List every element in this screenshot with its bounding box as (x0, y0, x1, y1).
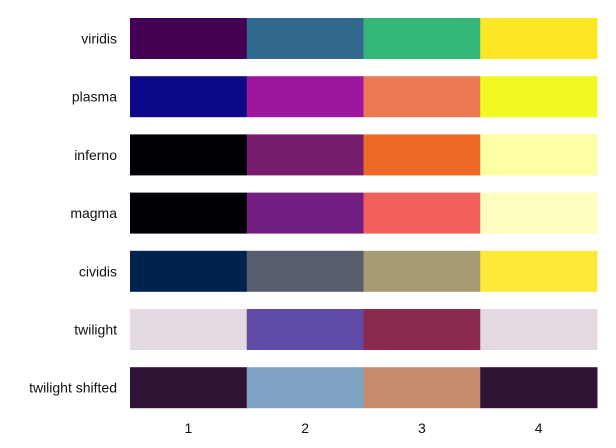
palette-cell (246, 76, 364, 118)
x-tick-label: 3 (418, 420, 426, 436)
palette-cell (480, 134, 598, 176)
palette-chart: viridis plasma inferno magma cividis twilight… (29, 18, 598, 436)
x-tick-label: 2 (301, 420, 309, 436)
palette-cell (480, 18, 598, 59)
palette-cell (130, 367, 248, 409)
palette-cell (363, 192, 481, 234)
palette-name-label: cividis (79, 263, 117, 279)
palette-cell (480, 309, 598, 350)
palette-cell (363, 134, 481, 176)
palette-cell (130, 309, 248, 350)
palette-cell (480, 76, 598, 118)
palette-cell (130, 192, 248, 234)
palette-cell (246, 250, 364, 292)
palette-cell (246, 309, 364, 350)
palette-cell (363, 309, 481, 350)
palette-cell (363, 250, 481, 292)
palette-cell (130, 250, 248, 292)
palette-cell (246, 134, 364, 176)
palette-cell (246, 192, 364, 234)
x-tick-label: 1 (184, 420, 192, 436)
palette-cell (480, 192, 598, 234)
palette-cells (130, 18, 598, 409)
palette-name-label: plasma (72, 89, 117, 105)
palette-cell (480, 250, 598, 292)
palette-cell (246, 18, 364, 59)
palette-name-label: twilight shifted (29, 380, 117, 396)
palette-cell (130, 134, 248, 176)
palette-name-label: inferno (74, 147, 117, 163)
palette-cell (246, 367, 364, 409)
x-tick-labels: 1 2 3 4 (184, 420, 542, 436)
palette-cell (363, 76, 481, 118)
palette-cell (363, 18, 481, 59)
palette-cell (130, 18, 248, 59)
palette-name-label: magma (70, 205, 117, 221)
palette-name-labels: viridis plasma inferno magma cividis twilight… (29, 31, 117, 396)
x-tick-label: 4 (535, 420, 543, 436)
palette-name-label: viridis (81, 31, 117, 47)
palette-name-label: twilight (74, 322, 117, 338)
palette-cell (480, 367, 598, 409)
palette-cell (363, 367, 481, 409)
palette-cell (130, 76, 248, 118)
